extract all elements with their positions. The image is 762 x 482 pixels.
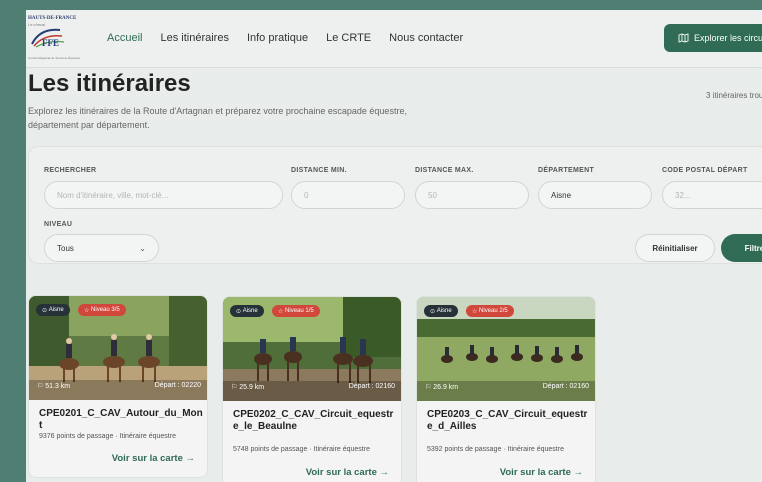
card-photo: ⊙ Aisne ☆ Niveau 1/5 ⚐ 25.9 km Départ : … [223, 297, 401, 401]
logo-footer: Comité Régional de Tourisme Équestre [28, 56, 81, 60]
distance-label: ⚐ 25.9 km [231, 384, 265, 391]
map-icon [678, 33, 689, 43]
location-badge-text: Aisne [436, 308, 452, 314]
level-label: NIVEAU [44, 221, 73, 228]
card-meta: 5392 points de passage · Itinéraire éque… [427, 446, 564, 453]
view-on-map-link[interactable]: Voir sur la carte → [112, 453, 195, 464]
location-badge-text: Aisne [48, 307, 64, 313]
nav-accueil[interactable]: Accueil [107, 32, 142, 44]
level-badge-text: Niveau 3/5 [91, 307, 120, 313]
department-label: DÉPARTEMENT [538, 167, 595, 174]
card-meta: 9376 points de passage · Itinéraire éque… [39, 433, 176, 440]
distance-value: 26.9 km [433, 384, 459, 391]
postal-label: CODE POSTAL DÉPART [662, 167, 748, 174]
distance-label: ⚐ 26.9 km [425, 384, 459, 391]
ffe-logo[interactable]: HAUTS-DE-FRANCE Le cheval FFE Comité Rég… [28, 16, 80, 62]
results-count: 3 itinéraires trouvés [706, 91, 762, 100]
dist-max-input[interactable]: 50 [415, 181, 529, 209]
level-badge: ☆ Niveau 1/5 [272, 305, 320, 317]
nav-contact[interactable]: Nous contacter [389, 32, 463, 44]
explore-circuits-button[interactable]: Explorer les circuits [664, 24, 762, 52]
card-title: CPE0203_C_CAV_Circuit_equestre_d_Ailles [427, 409, 588, 432]
logo-brand: FFE [42, 38, 59, 48]
level-select[interactable]: Tous ⌄ [44, 234, 159, 262]
distance-value: 51.3 km [45, 383, 71, 390]
filter-button[interactable]: Filtrer [721, 234, 762, 262]
filter-panel: RECHERCHER Nom d'itinéraire, ville, mot-… [28, 146, 762, 264]
departure-label: Départ : 02160 [348, 383, 395, 390]
itinerary-card[interactable]: ⊙ Aisne ☆ Niveau 2/5 ⚐ 26.9 km Départ : … [416, 296, 596, 482]
site-header: HAUTS-DE-FRANCE Le cheval FFE Comité Rég… [26, 10, 762, 68]
distance-value: 25.9 km [239, 384, 265, 391]
view-on-map-link[interactable]: Voir sur la carte → [306, 467, 389, 478]
nav-itineraires[interactable]: Les itinéraires [160, 32, 228, 44]
nav-crte[interactable]: Le CRTE [326, 32, 371, 44]
dist-max-label: DISTANCE MAX. [415, 167, 474, 174]
explore-circuits-label: Explorer les circuits [694, 33, 762, 43]
level-badge: ☆ Niveau 2/5 [466, 305, 514, 317]
app-window: HAUTS-DE-FRANCE Le cheval FFE Comité Rég… [26, 10, 762, 482]
logo-region: HAUTS-DE-FRANCE [28, 16, 77, 21]
location-badge: ⊙ Aisne [36, 304, 70, 316]
card-photo: ⊙ Aisne ☆ Niveau 2/5 ⚐ 26.9 km Départ : … [417, 297, 595, 401]
search-input[interactable]: Nom d'itinéraire, ville, mot-clé... [44, 181, 283, 209]
location-badge: ⊙ Aisne [230, 305, 264, 317]
level-select-value: Tous [57, 243, 74, 253]
location-badge-text: Aisne [242, 308, 258, 314]
page-title: Les itinéraires [28, 70, 191, 97]
reset-button[interactable]: Réinitialiser [635, 234, 715, 262]
page-description: Explorez les itinéraires de la Route d'A… [28, 106, 407, 130]
level-badge-text: Niveau 2/5 [479, 308, 508, 314]
itinerary-card[interactable]: ⊙ Aisne ☆ Niveau 1/5 ⚐ 25.9 km Départ : … [222, 296, 402, 482]
main-nav: Accueil Les itinéraires Info pratique Le… [107, 32, 481, 44]
card-title: CPE0201_C_CAV_Autour_du_Mont [39, 408, 203, 431]
itinerary-card[interactable]: ⊙ Aisne ☆ Niveau 3/5 ⚐ 51.3 km Départ : … [28, 295, 208, 478]
chevron-down-icon: ⌄ [139, 244, 146, 253]
departure-label: Départ : 02160 [542, 383, 589, 390]
card-meta: 5748 points de passage · Itinéraire éque… [233, 446, 370, 453]
card-title: CPE0202_C_CAV_Circuit_equestre_le_Beauln… [233, 409, 394, 432]
department-input[interactable]: Aisne [538, 181, 652, 209]
departure-label: Départ : 02220 [154, 382, 201, 389]
postal-input[interactable]: 32... [662, 181, 762, 209]
view-on-map-link[interactable]: Voir sur la carte → [500, 467, 583, 478]
level-badge: ☆ Niveau 3/5 [78, 304, 126, 316]
card-photo: ⊙ Aisne ☆ Niveau 3/5 ⚐ 51.3 km Départ : … [29, 296, 207, 400]
level-badge-text: Niveau 1/5 [285, 308, 314, 314]
search-label: RECHERCHER [44, 167, 97, 174]
distance-label: ⚐ 51.3 km [37, 383, 71, 390]
nav-info-pratique[interactable]: Info pratique [247, 32, 308, 44]
dist-min-label: DISTANCE MIN. [291, 167, 347, 174]
location-badge: ⊙ Aisne [424, 305, 458, 317]
dist-min-input[interactable]: 0 [291, 181, 405, 209]
